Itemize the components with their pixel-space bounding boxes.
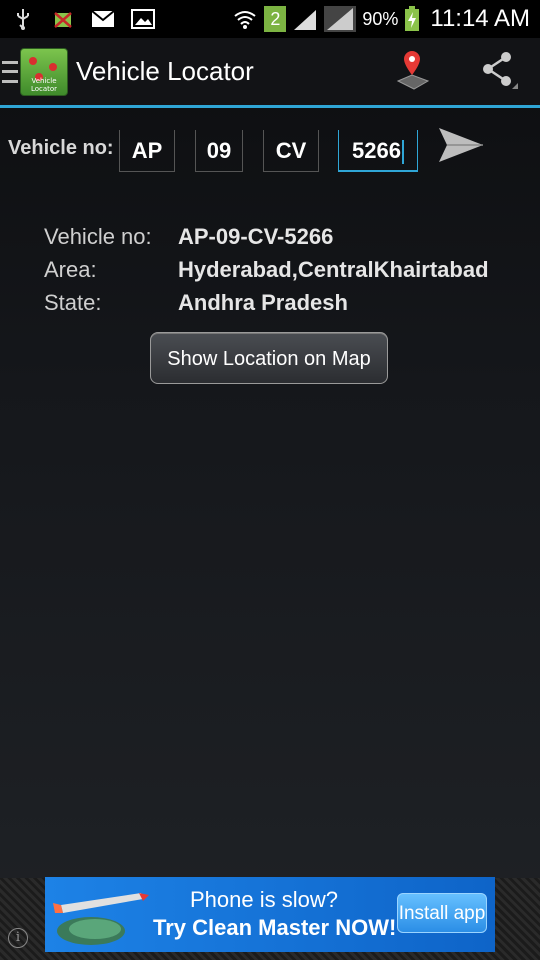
series-code-field[interactable]: CV — [263, 130, 319, 172]
show-location-button[interactable]: Show Location on Map — [150, 332, 388, 384]
share-button[interactable] — [476, 50, 520, 94]
info-value-area: Hyderabad,CentralKhairtabad — [178, 256, 489, 282]
usb-icon — [10, 6, 36, 32]
wifi-icon — [232, 6, 258, 32]
app-logo[interactable]: Vehicle Locator — [20, 47, 68, 96]
share-icon — [476, 47, 520, 96]
state-code-value: AP — [131, 138, 163, 163]
rocket-turtle-icon — [51, 883, 151, 952]
info-value-vehicle: AP-09-CV-5266 — [178, 223, 334, 249]
series-code-value: CV — [275, 138, 307, 163]
number-value: 5266 — [352, 138, 401, 163]
info-key-state: State: — [44, 289, 102, 315]
state-code-field[interactable]: AP — [119, 130, 175, 172]
info-row-vehicle: Vehicle no: AP-09-CV-5266 — [44, 220, 489, 253]
ad-info-icon[interactable]: i — [8, 928, 28, 948]
info-value-state: Andhra Pradesh — [178, 289, 348, 315]
info-key-area: Area: — [44, 256, 97, 282]
sim-badge: 2 — [264, 6, 287, 32]
ad-headline: Phone is slow? — [190, 887, 338, 912]
search-send-button[interactable] — [436, 126, 486, 168]
status-time: 11:14 AM — [430, 5, 530, 32]
ad-install-button[interactable]: Install app — [397, 893, 487, 933]
info-row-area: Area: Hyderabad,CentralKhairtabad — [44, 253, 489, 286]
district-code-value: 09 — [206, 138, 232, 163]
app-title: Vehicle Locator — [76, 56, 254, 86]
ad-subline: Try Clean Master NOW! — [153, 915, 397, 940]
info-row-state: State: Andhra Pradesh — [44, 286, 489, 319]
screen: 2 90% 11:14 AM Vehicle Locator Vehicle L… — [0, 0, 540, 960]
district-code-field[interactable]: 09 — [195, 130, 243, 172]
ad-banner[interactable]: Phone is slow? Try Clean Master NOW! Ins… — [45, 877, 495, 952]
gmail-icon — [90, 6, 116, 32]
battery-icon — [404, 6, 420, 32]
gallery-icon — [130, 6, 156, 32]
vehicle-info: Vehicle no: AP-09-CV-5266 Area: Hyderaba… — [44, 220, 489, 319]
status-bar: 2 90% 11:14 AM — [0, 0, 540, 38]
action-bar: Vehicle Locator Vehicle Locator — [0, 38, 540, 108]
vehicle-no-label: Vehicle no: — [8, 136, 114, 159]
map-pin-button[interactable] — [390, 50, 434, 94]
android-debug-icon — [50, 6, 76, 32]
send-icon — [437, 124, 485, 171]
signal-2-icon — [324, 6, 357, 32]
info-key-vehicle: Vehicle no: — [44, 223, 152, 249]
number-field[interactable]: 5266 — [338, 130, 418, 172]
battery-percent: 90% — [362, 8, 399, 29]
app-logo-caption: Vehicle Locator — [30, 76, 58, 93]
text-cursor — [401, 140, 404, 165]
drawer-toggle[interactable] — [2, 60, 18, 83]
signal-icon — [292, 6, 318, 32]
map-pin-icon — [390, 47, 434, 96]
